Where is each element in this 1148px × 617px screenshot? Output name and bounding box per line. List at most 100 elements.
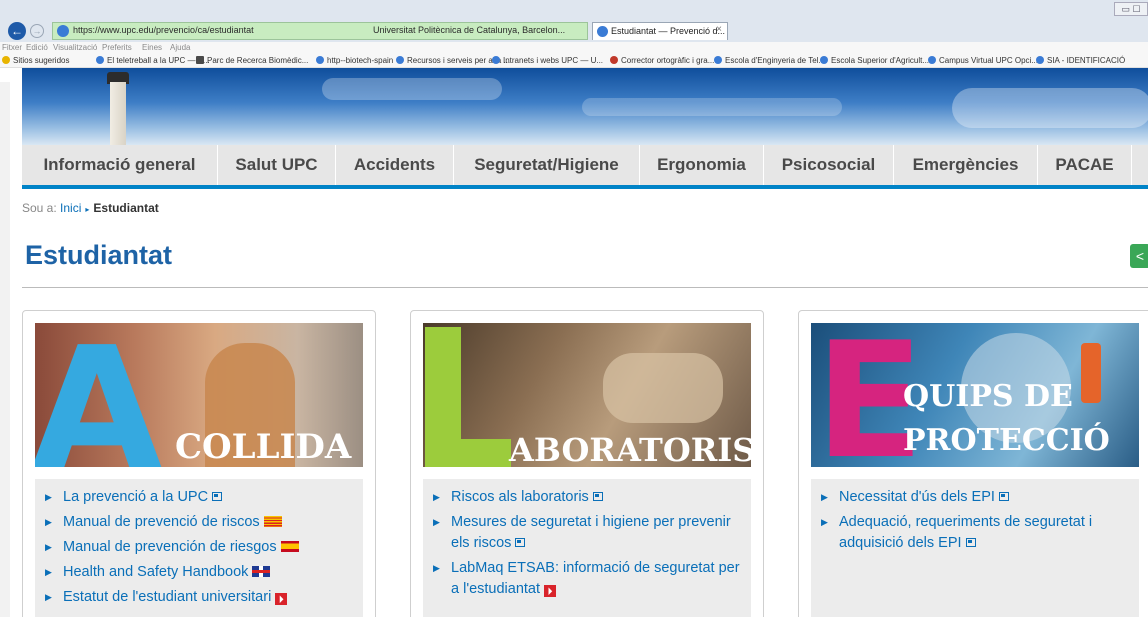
nav-psicosocial[interactable]: Psicosocial bbox=[764, 145, 894, 185]
site-identity[interactable]: Universitat Politècnica de Catalunya, Ba… bbox=[373, 25, 565, 35]
tab-estudiantat[interactable]: Estudiantat — Prevenció d... × bbox=[592, 22, 728, 40]
favicon-icon bbox=[820, 56, 828, 64]
window-controls[interactable]: ▭ ☐ bbox=[1114, 2, 1148, 16]
menu-edicio[interactable]: Edició bbox=[26, 43, 48, 52]
title-divider bbox=[22, 287, 1148, 288]
favorite-item[interactable]: Campus Virtual UPC Opci... bbox=[928, 56, 1038, 65]
triangle-bullet-icon: ▶ bbox=[433, 563, 440, 573]
list-item[interactable]: ▶ Necessitat d'ús dels EPI bbox=[819, 487, 1131, 508]
favorite-item[interactable]: http--biotech-spain bbox=[316, 56, 393, 65]
tube-photo bbox=[1081, 343, 1101, 403]
card-word-proteccio: PROTECCIÓ bbox=[903, 423, 1110, 458]
forward-arrow-icon[interactable]: → bbox=[30, 24, 44, 38]
favorite-item[interactable]: El teletreball a la UPC — S... bbox=[96, 56, 210, 65]
menu-fitxer[interactable]: Fitxer bbox=[2, 43, 22, 52]
favorite-item[interactable]: SIA - IDENTIFICACIÓ bbox=[1036, 56, 1125, 65]
triangle-bullet-icon: ▶ bbox=[821, 492, 828, 502]
card-links-equips: ▶ Necessitat d'ús dels EPI ▶ Adequació, re… bbox=[811, 479, 1139, 617]
list-item[interactable]: ▶ LabMaq ETSAB: informació de seguretat p… bbox=[431, 558, 743, 600]
favicon-icon bbox=[928, 56, 936, 64]
external-link-icon bbox=[965, 538, 976, 547]
card-word-laboratoris: ABORATORIS bbox=[509, 431, 751, 467]
back-arrow-icon[interactable]: ← bbox=[8, 22, 26, 40]
card-acollida: A COLLIDA ▶ La prevenció a la UPC ▶ Manual… bbox=[22, 310, 376, 617]
favorite-item[interactable]: Corrector ortogràfic i gra... bbox=[610, 56, 714, 65]
nav-salut-upc[interactable]: Salut UPC bbox=[218, 145, 336, 185]
list-item[interactable]: ▶ Manual de prevención de riesgos bbox=[43, 537, 355, 558]
card-image-acollida[interactable]: A COLLIDA bbox=[35, 323, 363, 467]
nav-ergonomia[interactable]: Ergonomia bbox=[640, 145, 764, 185]
breadcrumb-prefix: Sou a: bbox=[22, 201, 57, 215]
triangle-bullet-icon: ▶ bbox=[821, 517, 828, 527]
card-word-equips: QUIPS DE bbox=[903, 379, 1073, 414]
menu-ajuda[interactable]: Ajuda bbox=[170, 43, 190, 52]
triangle-bullet-icon: ▶ bbox=[433, 492, 440, 502]
triangle-bullet-icon: ▶ bbox=[45, 542, 52, 552]
favicon-icon bbox=[96, 56, 104, 64]
spanish-flag-icon bbox=[280, 541, 299, 552]
favorite-item[interactable]: Escola Superior d'Agricult... bbox=[820, 56, 929, 65]
external-link-icon bbox=[515, 538, 526, 547]
triangle-bullet-icon: ▶ bbox=[45, 492, 52, 502]
cloud-shape bbox=[952, 88, 1148, 128]
favorites-bar: Sitios sugeridos El teletreball a la UPC… bbox=[0, 54, 1148, 68]
favicon-icon bbox=[396, 56, 404, 64]
list-item[interactable]: ▶ Manual de prevenció de riscos bbox=[43, 512, 355, 533]
tab-label: Estudiantat — Prevenció d... bbox=[611, 26, 726, 36]
list-item[interactable]: ▶ Riscos als laboratoris bbox=[431, 487, 743, 508]
favorite-item[interactable]: Parc de Recerca Biomèdic... bbox=[196, 56, 308, 65]
menu-visualitzacio[interactable]: Visualització bbox=[53, 43, 97, 52]
breadcrumb-separator-icon: ▸ bbox=[85, 205, 90, 214]
nav-accidents[interactable]: Accidents bbox=[336, 145, 454, 185]
cloud-shape bbox=[582, 98, 842, 116]
main-nav: Informació general Salut UPC Accidents S… bbox=[22, 145, 1148, 189]
card-links-laboratoris: ▶ Riscos als laboratoris ▶ Mesures de segu… bbox=[423, 479, 751, 617]
favicon-icon bbox=[610, 56, 618, 64]
site-icon bbox=[57, 25, 69, 37]
favicon-icon bbox=[714, 56, 722, 64]
breadcrumb: Sou a: Inici ▸ Estudiantat bbox=[22, 201, 159, 215]
nav-emergencies[interactable]: Emergències bbox=[894, 145, 1038, 185]
favorite-item[interactable]: Escola d'Enginyeria de Tel... bbox=[714, 56, 825, 65]
close-icon[interactable]: × bbox=[716, 24, 722, 35]
nav-pacae[interactable]: PACAE bbox=[1038, 145, 1132, 185]
favorite-item[interactable]: Intranets i webs UPC — U... bbox=[492, 56, 603, 65]
list-item[interactable]: ▶ Health and Safety Handbook bbox=[43, 562, 355, 583]
external-link-icon bbox=[212, 492, 223, 501]
triangle-bullet-icon: ▶ bbox=[433, 517, 440, 527]
favicon-icon bbox=[196, 56, 204, 64]
tab-favicon-icon bbox=[597, 26, 608, 37]
card-image-laboratoris[interactable]: L ABORATORIS bbox=[423, 323, 751, 467]
list-item[interactable]: ▶ Adequació, requeriments de seguretat i … bbox=[819, 512, 1131, 554]
card-word-acollida: COLLIDA bbox=[175, 427, 352, 467]
uk-flag-icon bbox=[252, 566, 271, 577]
address-bar[interactable]: https://www.upc.edu/prevencio/ca/estudia… bbox=[52, 22, 588, 40]
list-item[interactable]: ▶ La prevenció a la UPC bbox=[43, 487, 355, 508]
card-image-equips[interactable]: E QUIPS DE PROTECCIÓ bbox=[811, 323, 1139, 467]
nav-informacio-general[interactable]: Informació general bbox=[22, 145, 218, 185]
pdf-icon: ⏵ bbox=[275, 593, 288, 605]
list-item[interactable]: ▶ Mesures de seguretat i higiene per prev… bbox=[431, 512, 743, 554]
share-icon[interactable]: < bbox=[1130, 244, 1148, 268]
url-text[interactable]: https://www.upc.edu/prevencio/ca/estudia… bbox=[73, 25, 254, 35]
lighthouse-tower bbox=[110, 82, 126, 145]
browser-menubar: Fitxer Edició Visualització Preferits Ei… bbox=[0, 42, 1148, 54]
card-letter-l: L bbox=[425, 439, 511, 467]
cloud-shape bbox=[322, 78, 502, 100]
browser-titlebar: ▭ ☐ bbox=[0, 0, 1148, 20]
breadcrumb-current: Estudiantat bbox=[93, 201, 159, 215]
list-item[interactable]: ▶ Estatut de l'estudiant universitari ⏵ bbox=[43, 587, 355, 608]
pdf-icon: ⏵ bbox=[544, 585, 557, 597]
left-gutter bbox=[0, 82, 10, 617]
page-title: Estudiantat bbox=[25, 240, 173, 270]
card-equips-proteccio: E QUIPS DE PROTECCIÓ ▶ Necessitat d'ús de… bbox=[798, 310, 1148, 617]
external-link-icon bbox=[592, 492, 603, 501]
favicon-icon bbox=[316, 56, 324, 64]
card-links-acollida: ▶ La prevenció a la UPC ▶ Manual de preven… bbox=[35, 479, 363, 617]
triangle-bullet-icon: ▶ bbox=[45, 567, 52, 577]
breadcrumb-home-link[interactable]: Inici bbox=[60, 201, 81, 215]
nav-seguretat-higiene[interactable]: Seguretat/Higiene bbox=[454, 145, 640, 185]
favorite-item[interactable]: Sitios sugeridos bbox=[2, 56, 69, 65]
menu-preferits[interactable]: Preferits bbox=[102, 43, 132, 52]
menu-eines[interactable]: Eines bbox=[142, 43, 162, 52]
